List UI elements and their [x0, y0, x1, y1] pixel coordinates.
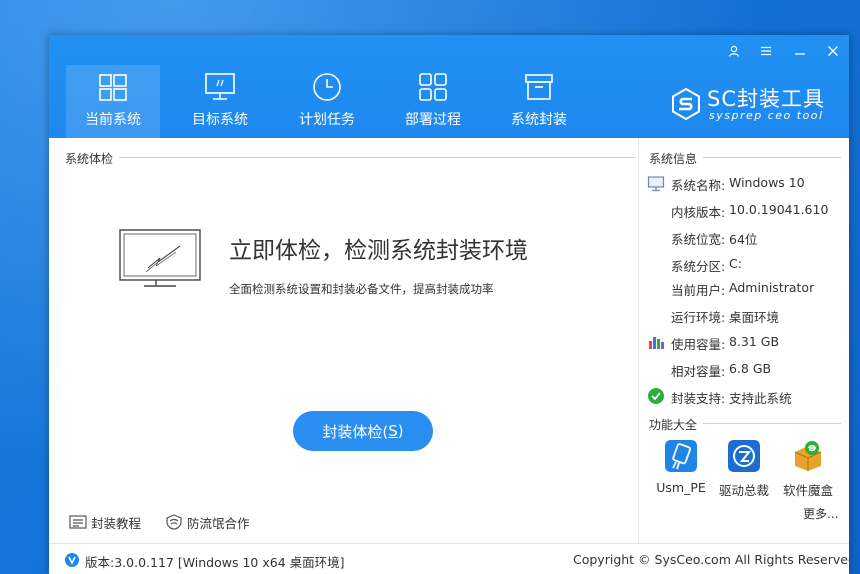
- box-icon: [794, 441, 822, 471]
- info-row-os-name: 系统名称: Windows 10: [671, 175, 849, 195]
- button-hotkey: S: [388, 422, 398, 440]
- close-icon[interactable]: [823, 41, 843, 61]
- shield-icon: [166, 514, 182, 530]
- info-key: 系统名称:: [671, 178, 726, 193]
- check-section-title: 系统体检: [65, 150, 120, 167]
- menu-icon[interactable]: [756, 41, 776, 61]
- info-value: 64位: [729, 232, 758, 247]
- divider: [701, 157, 841, 158]
- logo-icon: [672, 87, 700, 121]
- more-link[interactable]: 更多...: [803, 505, 838, 522]
- check-subtext: 全面检测系统设置和封装必备文件，提高封装成功率: [229, 282, 494, 296]
- tab-scheduled-tasks[interactable]: 计划任务: [280, 65, 374, 138]
- tab-deploy-process[interactable]: 部署过程: [386, 65, 480, 138]
- logo-subtitle: sysprep ceo tool: [709, 109, 824, 122]
- functions-section-title: 功能大全: [649, 416, 704, 433]
- grid-icon: [419, 73, 447, 101]
- tab-label: 系统封装: [511, 112, 567, 128]
- info-row-environment: 运行环境: 桌面环境: [671, 307, 849, 327]
- tutorial-label: 封装教程: [91, 516, 142, 531]
- info-row-package-support: 封装支持: 支持此系统: [671, 388, 849, 408]
- tutorial-icon: [69, 515, 87, 529]
- divider: [119, 157, 636, 158]
- info-key: 内核版本:: [671, 205, 726, 220]
- driver-icon: [728, 440, 760, 472]
- info-key: 当前用户:: [671, 283, 726, 298]
- package-icon: [525, 74, 553, 100]
- copyright-text: Copyright © SysCeo.com All Rights Reserv…: [573, 552, 849, 567]
- check-headline: 立即体检，检测系统封装环境: [229, 238, 528, 264]
- clock-icon: [313, 73, 341, 101]
- monitor-icon: [205, 73, 235, 100]
- info-value: 10.0.19041.610: [729, 202, 829, 217]
- button-label: 封装体检(: [322, 422, 389, 441]
- info-row-bitness: 系统位宽: 64位: [671, 229, 849, 249]
- info-key: 系统分区:: [671, 259, 726, 274]
- info-section-title: 系统信息: [649, 150, 704, 167]
- info-value: Administrator: [729, 280, 815, 295]
- tab-label: 目标系统: [192, 112, 248, 128]
- tab-label: 计划任务: [299, 112, 355, 128]
- divider: [701, 423, 841, 424]
- anti-rogue-label: 防流氓合作: [187, 516, 250, 531]
- panel-divider: [638, 138, 639, 543]
- info-value: 桌面环境: [729, 310, 780, 325]
- status-bar: 版本:3.0.0.117 [Windows 10 x64 桌面环境] Copyr…: [49, 543, 849, 574]
- package-check-button[interactable]: 封装体检(S): [293, 411, 433, 451]
- info-row-used-capacity: 使用容量: 8.31 GB: [671, 334, 849, 354]
- app-logo: SC封装工具 sysprep ceo tool: [669, 85, 839, 125]
- header-bar: 当前系统 目标系统 计划任务 部署过程 系统封装 SC封装工具 sysprep …: [49, 35, 849, 138]
- version-icon: [65, 553, 79, 567]
- func-driver[interactable]: 驱动总裁: [714, 440, 774, 500]
- windows-icon: [99, 74, 127, 101]
- info-row-user: 当前用户: Administrator: [671, 280, 849, 300]
- button-label-close: ): [397, 422, 404, 440]
- info-key: 封装支持:: [671, 391, 726, 406]
- user-icon[interactable]: [724, 41, 744, 61]
- info-value: 6.8 GB: [729, 361, 772, 376]
- tab-current-system[interactable]: 当前系统: [66, 65, 160, 138]
- usb-icon: [665, 440, 697, 472]
- info-value: Windows 10: [729, 175, 805, 190]
- info-key: 使用容量:: [671, 337, 726, 352]
- info-row-relative-capacity: 相对容量: 6.8 GB: [671, 361, 849, 381]
- check-circle-icon: [648, 388, 664, 404]
- computer-icon: [647, 176, 665, 192]
- tab-label: 当前系统: [85, 112, 141, 128]
- info-row-kernel: 内核版本: 10.0.19041.610: [671, 202, 849, 222]
- minimize-icon[interactable]: [790, 41, 810, 61]
- tab-system-package[interactable]: 系统封装: [492, 65, 586, 138]
- tab-target-system[interactable]: 目标系统: [173, 65, 267, 138]
- info-value: C:: [729, 256, 742, 271]
- info-key: 运行环境:: [671, 310, 726, 325]
- monitor-check-icon: [119, 229, 201, 287]
- info-value: 8.31 GB: [729, 334, 780, 349]
- func-label: 软件魔盒: [782, 483, 833, 498]
- func-usm-pe[interactable]: Usm_PE: [651, 440, 711, 500]
- tab-label: 部署过程: [405, 112, 461, 128]
- info-row-partition: 系统分区: C:: [671, 256, 849, 276]
- bar-chart-icon: [649, 337, 664, 349]
- info-key: 相对容量:: [671, 364, 726, 379]
- info-value: 支持此系统: [729, 391, 792, 406]
- info-key: 系统位宽:: [671, 232, 726, 247]
- version-text: 版本:3.0.0.117 [Windows 10 x64 桌面环境]: [85, 555, 345, 570]
- func-software-box[interactable]: 软件魔盒: [778, 440, 838, 500]
- app-window: 当前系统 目标系统 计划任务 部署过程 系统封装 SC封装工具 sysprep …: [49, 35, 849, 574]
